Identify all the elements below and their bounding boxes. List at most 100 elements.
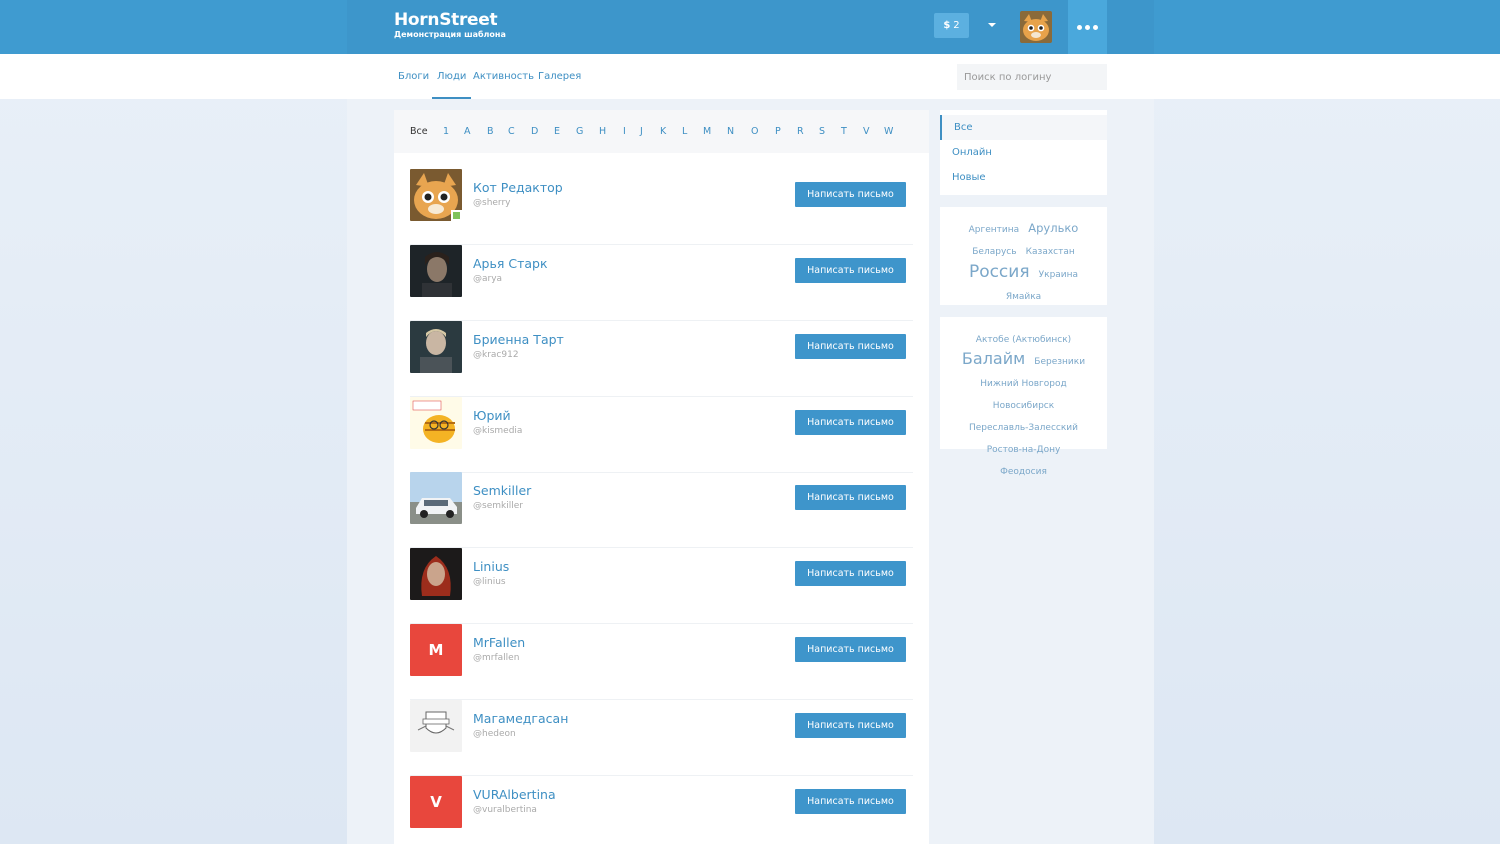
- city-tag[interactable]: Березники: [1034, 354, 1085, 371]
- alphabet-filter: Все 1 A B C D E G H I J K L M N O P R S …: [394, 110, 929, 153]
- coins-count: 2: [953, 20, 960, 31]
- user-avatar[interactable]: [410, 245, 462, 297]
- site-title: HornStreet: [394, 10, 498, 30]
- alpha-filter-o[interactable]: O: [751, 126, 758, 137]
- country-tag[interactable]: Казахстан: [1026, 244, 1075, 261]
- write-message-button[interactable]: Написать письмо: [795, 410, 906, 435]
- site-subtitle: Демонстрация шаблона: [394, 30, 506, 39]
- user-login: @krac912: [473, 350, 519, 360]
- tab-activity[interactable]: Активность: [473, 54, 534, 99]
- user-name[interactable]: Semkiller: [473, 483, 531, 498]
- alpha-filter-v[interactable]: V: [863, 126, 870, 137]
- alpha-filter-n[interactable]: N: [727, 126, 734, 137]
- user-avatar[interactable]: [410, 548, 462, 600]
- user-login: @vuralbertina: [473, 805, 537, 815]
- filter-online[interactable]: Онлайн: [940, 140, 1107, 165]
- alpha-filter-j[interactable]: J: [640, 126, 643, 137]
- city-tag[interactable]: Ростов-на-Дону: [987, 442, 1061, 459]
- city-tag[interactable]: Балайм: [962, 349, 1025, 369]
- alpha-filter-c[interactable]: C: [508, 126, 515, 137]
- more-menu-button[interactable]: [1068, 0, 1107, 54]
- people-filter-menu: Все Онлайн Новые: [940, 110, 1107, 195]
- dot-icon: [1077, 24, 1082, 30]
- search-input[interactable]: [957, 64, 1107, 90]
- alpha-filter-d[interactable]: D: [531, 126, 538, 137]
- coins-button[interactable]: $ 2: [934, 13, 969, 38]
- letter-avatar: V: [410, 776, 462, 828]
- user-name[interactable]: Бриенна Тарт: [473, 332, 564, 347]
- alpha-filter-e[interactable]: E: [554, 126, 560, 137]
- write-message-button[interactable]: Написать письмо: [795, 182, 906, 207]
- alpha-filter-b[interactable]: B: [487, 126, 494, 137]
- tab-blogs[interactable]: Блоги: [398, 54, 429, 99]
- country-tag[interactable]: Россия: [969, 261, 1030, 283]
- alpha-filter-h[interactable]: H: [599, 126, 606, 137]
- user-row: V VURAlbertina @vuralbertina Написать пи…: [410, 776, 913, 844]
- user-login: @kismedia: [473, 426, 523, 436]
- user-avatar[interactable]: [410, 321, 462, 373]
- alpha-filter-t[interactable]: T: [841, 126, 847, 137]
- city-tag[interactable]: Новосибирск: [993, 398, 1054, 415]
- write-message-button[interactable]: Написать письмо: [795, 561, 906, 586]
- dot-icon: [1085, 24, 1090, 30]
- alpha-filter-w[interactable]: W: [884, 126, 893, 137]
- user-name[interactable]: Магамедгасан: [473, 711, 568, 726]
- filter-all[interactable]: Все: [940, 115, 1107, 140]
- user-row: Бриенна Тарт @krac912 Написать письмо: [410, 321, 913, 397]
- user-avatar[interactable]: [1020, 11, 1052, 43]
- user-name[interactable]: Кот Редактор: [473, 180, 563, 195]
- write-message-button[interactable]: Написать письмо: [795, 258, 906, 283]
- city-tag[interactable]: Переславль-Залесский: [969, 420, 1078, 437]
- user-name[interactable]: VURAlbertina: [473, 787, 556, 802]
- user-name[interactable]: Linius: [473, 559, 509, 574]
- user-row: Юрий @kismedia Написать письмо: [410, 397, 913, 473]
- user-avatar[interactable]: [410, 700, 462, 752]
- country-tag[interactable]: Аргентина: [969, 222, 1020, 239]
- dollar-icon: $: [943, 20, 951, 31]
- country-tag[interactable]: Ямайка: [1006, 289, 1041, 306]
- alpha-filter-1[interactable]: 1: [443, 126, 449, 137]
- user-name[interactable]: Арья Старк: [473, 256, 548, 271]
- filter-new[interactable]: Новые: [940, 165, 1107, 190]
- alpha-filter-a[interactable]: A: [464, 126, 471, 137]
- user-name[interactable]: Юрий: [473, 408, 511, 423]
- user-login: @arya: [473, 274, 503, 284]
- user-name[interactable]: MrFallen: [473, 635, 525, 650]
- alpha-filter-r[interactable]: R: [797, 126, 804, 137]
- city-tag[interactable]: Нижний Новгород: [980, 376, 1066, 393]
- city-tag[interactable]: Феодосия: [1000, 464, 1047, 481]
- country-tag[interactable]: Беларусь: [972, 244, 1016, 261]
- site-logo[interactable]: HornStreet Демонстрация шаблона: [394, 10, 506, 40]
- user-avatar[interactable]: [410, 472, 462, 524]
- write-message-button[interactable]: Написать письмо: [795, 334, 906, 359]
- online-indicator: [451, 210, 462, 221]
- alpha-filter-s[interactable]: S: [819, 126, 825, 137]
- alpha-filter-g[interactable]: G: [576, 126, 583, 137]
- nav-bar: Блоги Люди Активность Галерея: [0, 54, 1500, 99]
- country-tag[interactable]: Украина: [1039, 267, 1078, 284]
- alpha-filter-l[interactable]: L: [682, 126, 687, 137]
- alpha-filter-i[interactable]: I: [623, 126, 626, 137]
- user-login: @linius: [473, 577, 506, 587]
- write-message-button[interactable]: Написать письмо: [795, 485, 906, 510]
- top-bar: [0, 0, 1500, 54]
- write-message-button[interactable]: Написать письмо: [795, 637, 906, 662]
- user-avatar[interactable]: [410, 397, 462, 449]
- tab-gallery[interactable]: Галерея: [538, 54, 581, 99]
- user-avatar[interactable]: M: [410, 624, 462, 676]
- alpha-filter-all[interactable]: Все: [410, 126, 428, 137]
- chevron-down-icon[interactable]: [988, 23, 996, 27]
- city-tag[interactable]: Актобе (Актюбинск): [976, 332, 1071, 349]
- user-avatar[interactable]: V: [410, 776, 462, 828]
- countries-tag-cloud: Аргентина Арулько Беларусь Казахстан Рос…: [940, 207, 1107, 305]
- country-tag[interactable]: Арулько: [1028, 220, 1078, 237]
- cities-tag-cloud: Актобе (Актюбинск) Балайм Березники Нижн…: [940, 317, 1107, 477]
- alpha-filter-k[interactable]: K: [660, 126, 666, 137]
- user-row: Арья Старк @arya Написать письмо: [410, 245, 913, 321]
- user-row: Linius @linius Написать письмо: [410, 548, 913, 624]
- alpha-filter-p[interactable]: P: [775, 126, 781, 137]
- write-message-button[interactable]: Написать письмо: [795, 713, 906, 738]
- alpha-filter-m[interactable]: M: [703, 126, 711, 137]
- tab-people[interactable]: Люди: [431, 54, 472, 99]
- write-message-button[interactable]: Написать письмо: [795, 789, 906, 814]
